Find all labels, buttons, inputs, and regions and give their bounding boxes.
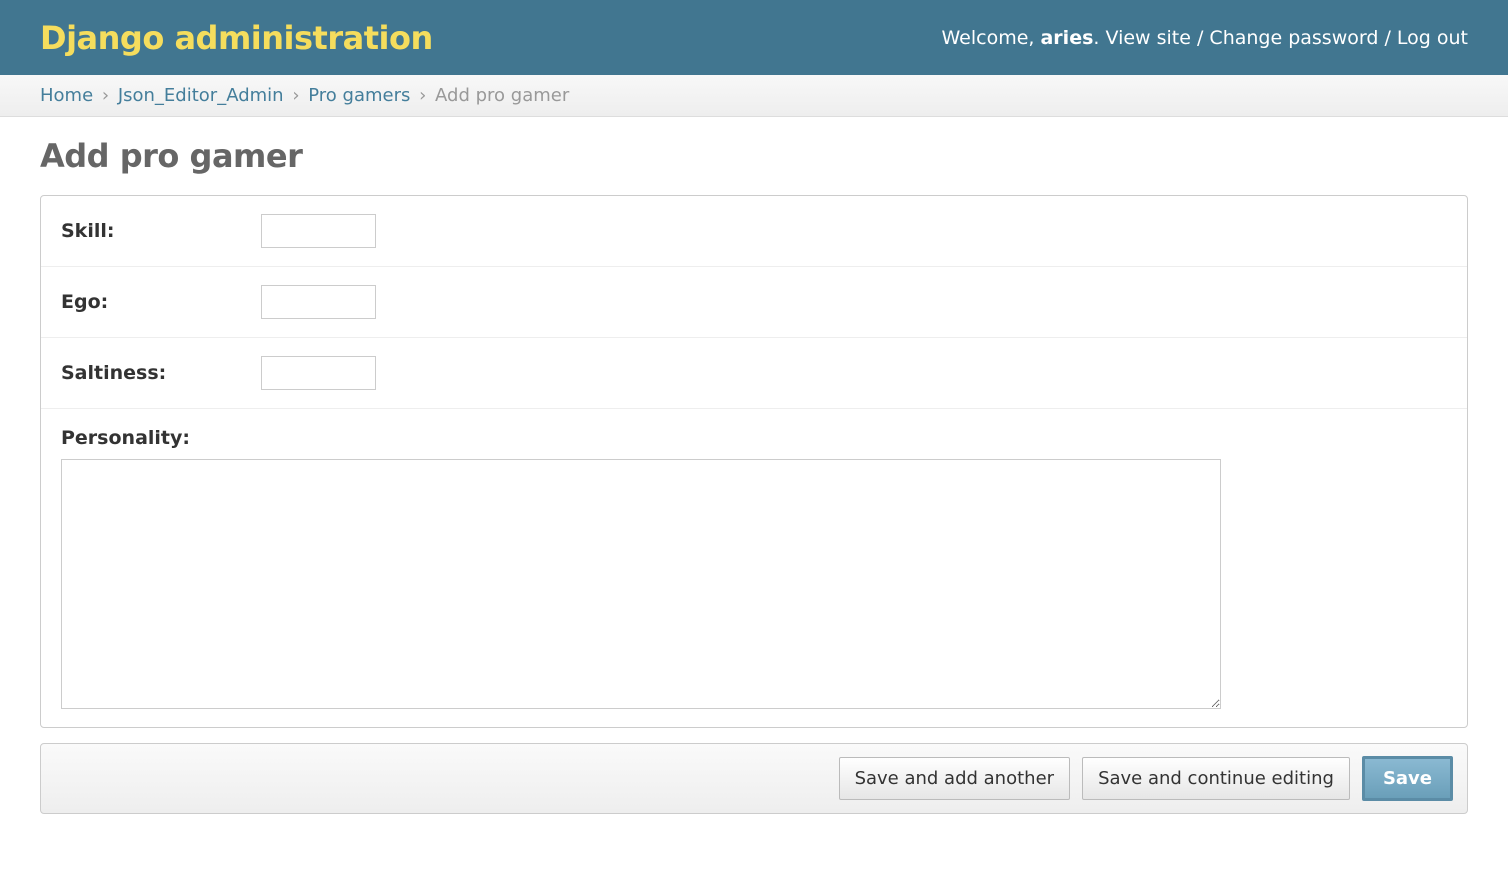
separator: / (1191, 27, 1209, 49)
page-title: Add pro gamer (40, 137, 1468, 175)
form-row-personality: Personality: (41, 409, 1467, 727)
breadcrumb-home[interactable]: Home (40, 85, 93, 106)
breadcrumb-app[interactable]: Json_Editor_Admin (118, 85, 284, 106)
admin-header: Django administration Welcome, aries. Vi… (0, 0, 1508, 75)
save-add-another-button[interactable] (839, 757, 1071, 800)
save-continue-button[interactable] (1082, 757, 1350, 800)
logout-link[interactable]: Log out (1397, 27, 1468, 49)
separator: / (1378, 27, 1396, 49)
ego-label: Ego: (61, 291, 261, 313)
form-row-skill: Skill: (41, 196, 1467, 267)
form-fieldset: Skill: Ego: Saltiness: Personality: (40, 195, 1468, 728)
branding: Django administration (40, 19, 433, 57)
saltiness-input[interactable] (261, 356, 376, 390)
breadcrumbs: Home › Json_Editor_Admin › Pro gamers › … (0, 75, 1508, 117)
form-row-saltiness: Saltiness: (41, 338, 1467, 409)
submit-row (40, 743, 1468, 814)
breadcrumb-current: Add pro gamer (435, 85, 569, 106)
welcome-text: Welcome, (941, 27, 1040, 49)
username: aries (1040, 27, 1093, 49)
saltiness-label: Saltiness: (61, 362, 261, 384)
change-password-link[interactable]: Change password (1209, 27, 1378, 49)
site-title: Django administration (40, 19, 433, 57)
personality-label: Personality: (61, 427, 190, 449)
ego-input[interactable] (261, 285, 376, 319)
personality-textarea[interactable] (61, 459, 1221, 709)
period: . (1093, 27, 1105, 49)
breadcrumb-separator: › (419, 85, 426, 106)
breadcrumb-separator: › (292, 85, 299, 106)
content-main: Add pro gamer Skill: Ego: Saltiness: Per… (0, 117, 1508, 834)
skill-label: Skill: (61, 220, 261, 242)
breadcrumb-model[interactable]: Pro gamers (308, 85, 410, 106)
form-row-ego: Ego: (41, 267, 1467, 338)
save-button[interactable] (1362, 756, 1453, 801)
view-site-link[interactable]: View site (1105, 27, 1190, 49)
skill-input[interactable] (261, 214, 376, 248)
breadcrumb-separator: › (102, 85, 109, 106)
user-tools: Welcome, aries. View site / Change passw… (941, 27, 1468, 49)
